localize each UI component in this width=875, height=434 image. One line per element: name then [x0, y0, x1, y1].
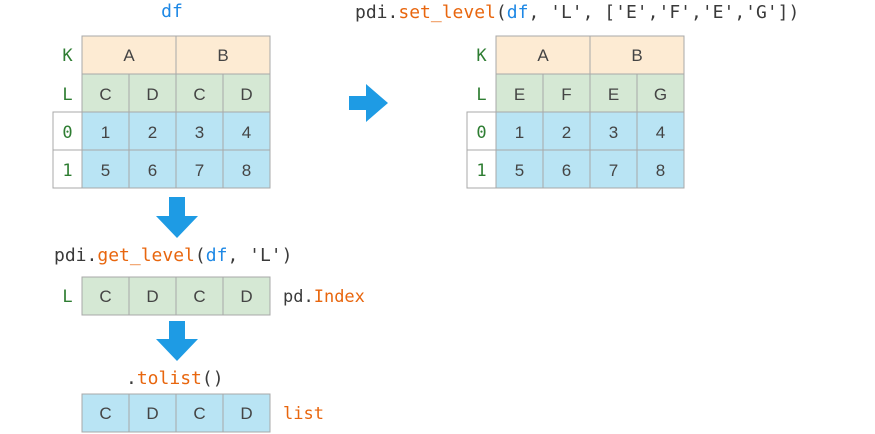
get-level-code: pdi.get_level(df, 'L') [54, 245, 292, 266]
set-value-cell: 2 [562, 123, 571, 142]
df-row-label-k: K [62, 46, 73, 66]
code-paren: ( [195, 245, 206, 266]
set-row-label-k: K [476, 46, 487, 66]
df-level0-a: A [123, 46, 135, 65]
get-level-result: pdi.get_level(df, 'L') L C D C D pd.Inde… [54, 245, 365, 316]
set-level0-b: B [631, 46, 642, 65]
code-func: set_level [398, 2, 496, 23]
set-value-cell: 1 [515, 123, 524, 142]
tolist-cell: C [193, 404, 205, 423]
df-value-cell: 5 [101, 161, 110, 180]
df-level0-b: B [217, 46, 228, 65]
df-value-cell: 8 [242, 161, 251, 180]
diagram-canvas: df A B C D C D K L 0 1 1 2 3 4 5 6 7 8 p… [52, 1, 799, 433]
tolist-cell: D [146, 404, 158, 423]
df-level1-cell: C [99, 85, 111, 104]
code-var: df [206, 245, 228, 266]
df-row-label-1: 1 [62, 161, 72, 181]
set-value-cell: 8 [656, 161, 665, 180]
tolist-result: .tolist() C D C D list [81, 368, 324, 433]
set-level1-cell: E [514, 85, 525, 104]
tolist-type: list [283, 404, 324, 424]
arrow-down-icon [156, 321, 198, 361]
set-level1-cell: E [608, 85, 619, 104]
code-args: , 'L', ['E','F','E','G']) [528, 2, 799, 23]
set-row-label-0: 0 [476, 123, 486, 143]
get-level-cell: C [99, 287, 111, 306]
get-level-cell: D [146, 287, 158, 306]
df-value-cell: 3 [195, 123, 204, 142]
get-level-row-label: L [62, 287, 72, 307]
type-prefix: pd. [283, 287, 314, 307]
set-value-cell: 3 [609, 123, 618, 142]
df-value-cell: 7 [195, 161, 204, 180]
df-value-cell: 2 [148, 123, 157, 142]
set-row-label-l: L [476, 85, 486, 105]
code-parens: () [202, 368, 224, 389]
get-level-cell: D [240, 287, 252, 306]
get-level-type: pd.Index [283, 287, 365, 307]
df-level1-cell: C [193, 85, 205, 104]
df-table: df A B C D C D K L 0 1 1 2 3 4 5 6 7 8 [52, 1, 271, 189]
code-prefix: pdi. [355, 2, 398, 23]
df-title: df [161, 1, 183, 22]
df-value-cell: 4 [242, 123, 251, 142]
set-level1-cell: F [561, 85, 571, 104]
set-level0-a: A [537, 46, 549, 65]
code-func: get_level [97, 245, 195, 266]
code-args: , 'L') [227, 245, 292, 266]
code-func: tolist [137, 368, 202, 389]
set-row-label-1: 1 [476, 161, 486, 181]
code-dot: . [126, 368, 137, 389]
type-name: Index [314, 287, 365, 307]
tolist-code: .tolist() [126, 368, 224, 389]
code-paren: ( [496, 2, 507, 23]
get-level-cell: C [193, 287, 205, 306]
set-value-cell: 4 [656, 123, 665, 142]
tolist-cell: D [240, 404, 252, 423]
set-level-code: pdi.set_level(df, 'L', ['E','F','E','G']… [355, 2, 799, 23]
set-value-cell: 5 [515, 161, 524, 180]
set-value-cell: 7 [609, 161, 618, 180]
code-var: df [507, 2, 529, 23]
arrow-down-icon [156, 197, 198, 238]
df-level1-cell: D [146, 85, 158, 104]
df-row-label-0: 0 [62, 123, 72, 143]
tolist-cell: C [99, 404, 111, 423]
df-row-label-l: L [62, 85, 72, 105]
arrow-right-icon [349, 84, 388, 122]
set-level1-cell: G [654, 85, 667, 104]
set-value-cell: 6 [562, 161, 571, 180]
df-value-cell: 6 [148, 161, 157, 180]
df-level1-cell: D [240, 85, 252, 104]
df-value-cell: 1 [101, 123, 110, 142]
set-level-result: pdi.set_level(df, 'L', ['E','F','E','G']… [355, 2, 799, 189]
code-prefix: pdi. [54, 245, 97, 266]
